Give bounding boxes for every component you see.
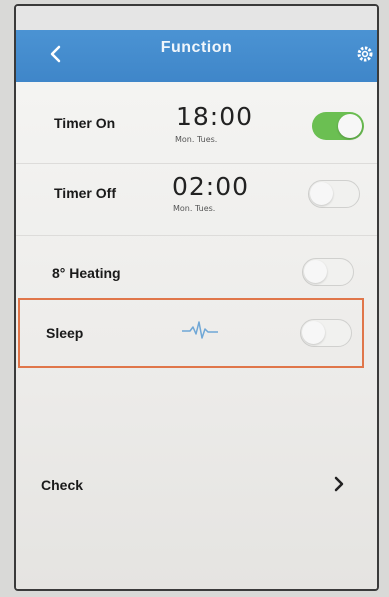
timer-off-row: Timer Off 02:00 Mon. Tues.: [16, 164, 377, 234]
timer-on-toggle[interactable]: [312, 112, 364, 140]
toggle-knob: [302, 321, 325, 344]
timer-off-toggle[interactable]: [308, 180, 360, 208]
timer-on-label: Timer On: [54, 115, 116, 131]
toggle-knob: [310, 182, 333, 205]
timer-off-days: Mon. Tues.: [173, 204, 216, 213]
header-bar: Function: [16, 6, 377, 82]
timer-off-label: Timer Off: [54, 185, 116, 201]
page-title: Function: [160, 39, 233, 56]
heartbeat-wave-icon: [182, 321, 218, 339]
timer-on-time[interactable]: 18:00: [176, 102, 253, 131]
timer-on-row: Timer On 18:00 Mon. Tues.: [16, 82, 377, 162]
chevron-right-icon[interactable]: [332, 475, 346, 493]
heating-toggle[interactable]: [302, 258, 354, 286]
check-label: Check: [41, 477, 84, 493]
sleep-toggle[interactable]: [300, 319, 352, 347]
check-row[interactable]: Check: [0, 460, 389, 510]
heating-row: 8° Heating: [16, 236, 377, 302]
timer-on-days: Mon. Tues.: [175, 135, 218, 144]
sleep-row: Sleep: [18, 298, 364, 368]
timer-off-time[interactable]: 02:00: [172, 172, 249, 201]
heating-label: 8° Heating: [52, 265, 121, 281]
toggle-knob: [338, 114, 362, 138]
toggle-knob: [304, 260, 327, 283]
gear-icon[interactable]: [357, 46, 373, 62]
sleep-label: Sleep: [46, 325, 84, 341]
